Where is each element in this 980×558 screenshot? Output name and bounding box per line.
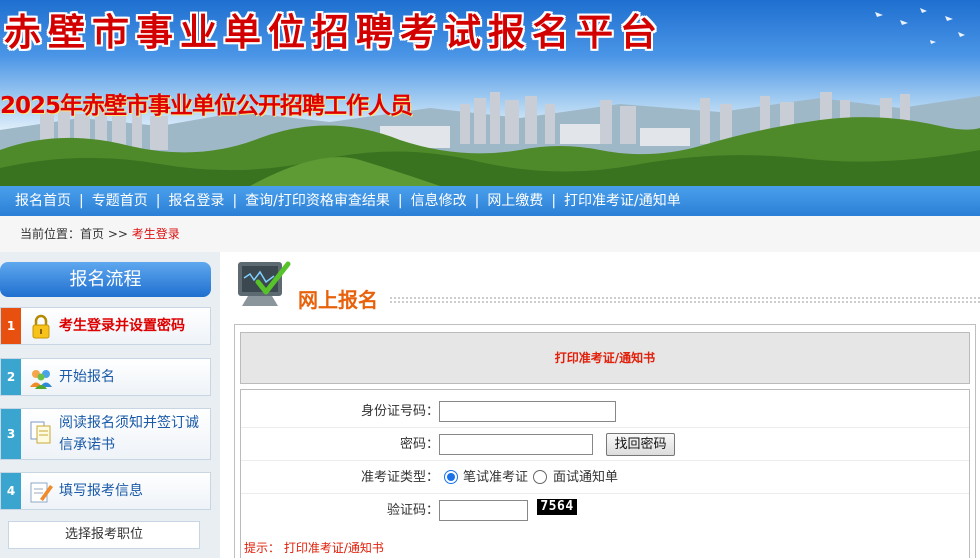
site-title: 赤壁市事业单位招聘考试报名平台 xyxy=(4,11,664,54)
step-1-login[interactable]: 1 考生登录并设置密码 xyxy=(0,307,211,345)
step-4-fill-info[interactable]: 4 填写报考信息 xyxy=(0,472,211,510)
top-nav: 报名首页 | 专题首页 | 报名登录 | 查询/打印资格审查结果 | 信息修改 | 网上缴费 | 打印准… xyxy=(0,186,980,216)
step-3-read-notice[interactable]: 3 阅读报名须知并签订诚 信承诺书 xyxy=(0,408,211,460)
step-number: 4 xyxy=(1,473,21,509)
documents-icon xyxy=(30,421,51,444)
step-number: 1 xyxy=(1,308,21,344)
computer-check-icon xyxy=(238,261,291,306)
step-2-start[interactable]: 2 开始报名 xyxy=(0,358,211,396)
edit-icon xyxy=(30,482,53,503)
breadcrumb-current: 考生登录 xyxy=(131,227,180,241)
header-banner: 赤壁市事业单位招聘考试报名平台 2025年赤壁市事业单位公开招聘工作人员 xyxy=(0,0,980,186)
id-number-row: 身份证号码： xyxy=(241,395,969,428)
tip-text: 提示： 打印准考证/通知书 xyxy=(244,541,384,555)
written-ticket-radio[interactable] xyxy=(444,470,458,484)
id-number-input[interactable] xyxy=(439,401,616,422)
step-number: 2 xyxy=(1,359,21,395)
interview-notice-label: 面试通知单 xyxy=(553,470,619,485)
lock-icon xyxy=(32,314,50,339)
captcha-input[interactable] xyxy=(439,500,528,521)
find-password-button[interactable]: 找回密码 xyxy=(606,433,675,456)
panel-title: 打印准考证/通知书 xyxy=(240,332,970,384)
print-ticket-panel: 打印准考证/通知书 身份证号码： 密码： 找回密码 准考证类型： 笔试准考证 面… xyxy=(234,324,976,558)
written-ticket-label: 笔试准考证 xyxy=(463,470,529,485)
captcha-row: 验证码： 7564 xyxy=(241,494,969,527)
section-title: 网上报名 xyxy=(298,288,378,312)
nav-separator: | xyxy=(232,193,238,209)
nav-home[interactable]: 报名首页 xyxy=(15,193,71,209)
breadcrumb-prefix: 当前位置：首页 >> xyxy=(20,227,132,241)
select-position-button[interactable]: 选择报考职位 xyxy=(8,521,200,549)
nav-online-payment[interactable]: 网上缴费 xyxy=(487,193,543,209)
users-icon xyxy=(30,370,52,389)
interview-notice-radio[interactable] xyxy=(533,470,547,484)
nav-login[interactable]: 报名登录 xyxy=(168,193,224,209)
step-label-line1: 阅读报名须知并签订诚 xyxy=(59,415,199,431)
ticket-type-label: 准考证类型： xyxy=(360,470,439,485)
nav-separator: | xyxy=(397,193,403,209)
banner-subtitle: 2025年赤壁市事业单位公开招聘工作人员 xyxy=(0,93,413,119)
nav-separator: | xyxy=(551,193,557,209)
nav-separator: | xyxy=(474,193,480,209)
nav-topic-home[interactable]: 专题首页 xyxy=(92,193,148,209)
sidebar-title: 报名流程 xyxy=(0,262,211,297)
nav-query-results[interactable]: 查询/打印资格审查结果 xyxy=(245,193,390,209)
captcha-image[interactable]: 7564 xyxy=(537,499,577,515)
step-number: 3 xyxy=(1,409,21,459)
step-label: 考生登录并设置密码 xyxy=(59,318,185,334)
step-label: 开始报名 xyxy=(59,369,115,385)
id-number-label: 身份证号码： xyxy=(360,404,439,419)
login-form: 身份证号码： 密码： 找回密码 准考证类型： 笔试准考证 面试通知单 验证码： … xyxy=(240,389,970,558)
password-input[interactable] xyxy=(439,434,593,455)
ticket-type-row: 准考证类型： 笔试准考证 面试通知单 xyxy=(241,461,969,494)
title-dotted-rule xyxy=(389,296,980,304)
step-label-line2: 信承诺书 xyxy=(59,437,115,453)
nav-edit-info[interactable]: 信息修改 xyxy=(411,193,467,209)
password-label: 密码： xyxy=(399,437,439,452)
password-row: 密码： 找回密码 xyxy=(241,428,969,461)
section-header: 网上报名 xyxy=(234,256,980,316)
sidebar: 报名流程 1 考生登录并设置密码 2 开始报名 3 阅读报名须知并签订诚 信承诺… xyxy=(0,252,220,558)
nav-separator: | xyxy=(79,193,84,209)
breadcrumb: 当前位置：首页 >> 考生登录 xyxy=(0,216,980,252)
nav-print-ticket[interactable]: 打印准考证/通知单 xyxy=(564,193,681,209)
nav-separator: | xyxy=(155,193,161,209)
captcha-label: 验证码： xyxy=(386,503,439,518)
step-label: 填写报考信息 xyxy=(59,483,143,499)
